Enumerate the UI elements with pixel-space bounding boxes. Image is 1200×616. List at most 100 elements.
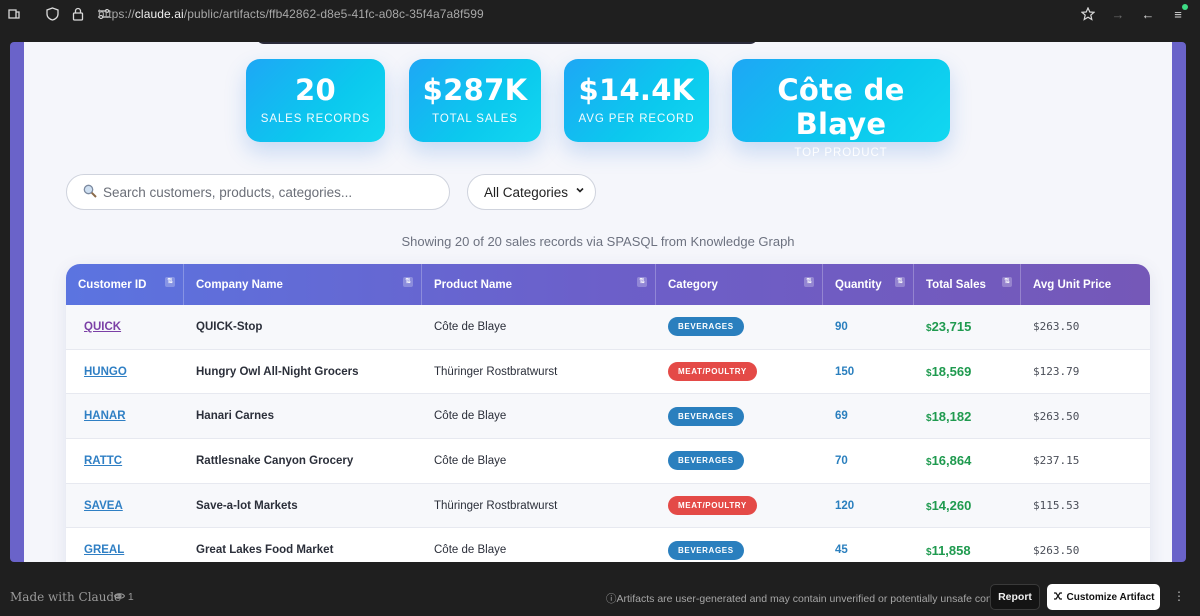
stat-value: $14.4K: [578, 73, 695, 107]
table-body: QUICK QUICK-Stop Côte de Blaye BEVERAGES…: [66, 305, 1150, 562]
total-sales-cell: $14,260: [914, 498, 1021, 513]
category-cell: BEVERAGES: [656, 317, 823, 337]
stat-card-avg-per-record: $14.4K AVG PER RECORD: [564, 59, 709, 142]
category-badge: BEVERAGES: [668, 540, 744, 560]
customer-id-link[interactable]: GREAL: [84, 544, 124, 556]
table-row: SAVEA Save-a-lot Markets Thüringer Rostb…: [66, 483, 1150, 529]
column-header-customer-id[interactable]: Customer ID ⇅: [66, 264, 184, 305]
category-badge: BEVERAGES: [668, 451, 744, 471]
customer-id-cell: GREAL: [66, 544, 184, 556]
company-name: Great Lakes Food Market: [196, 544, 334, 557]
stat-value: $287K: [422, 73, 528, 107]
chevron-down-icon: [575, 185, 585, 198]
company-name: Hanari Carnes: [196, 410, 274, 423]
shuffle-icon: [1053, 591, 1063, 604]
column-header-quantity[interactable]: Quantity ⇅: [823, 264, 914, 305]
customer-id-link[interactable]: SAVEA: [84, 500, 123, 512]
more-options-icon[interactable]: ⋮: [1173, 589, 1185, 603]
quantity: 90: [835, 320, 848, 333]
category-cell: BEVERAGES: [656, 406, 823, 426]
view-count-value: 1: [127, 591, 134, 603]
report-button[interactable]: Report: [990, 584, 1040, 610]
total-sales-cell: $23,715: [914, 319, 1021, 334]
quantity: 150: [835, 365, 855, 378]
column-header-avg-unit-price[interactable]: Avg Unit Price: [1021, 264, 1150, 305]
product-name: Côte de Blaye: [434, 454, 507, 467]
total-sales: 18,569: [931, 364, 972, 380]
customer-id-link[interactable]: HUNGO: [84, 366, 127, 378]
view-count: 1: [113, 591, 134, 603]
artifact-frame: 20 SALES RECORDS $287K TOTAL SALES $14.4…: [10, 42, 1186, 562]
column-header-product-name[interactable]: Product Name ⇅: [422, 264, 656, 305]
sort-icon[interactable]: ⇅: [403, 277, 413, 287]
table-row: HUNGO Hungry Owl All-Night Grocers Thüri…: [66, 349, 1150, 395]
category-select-value: All Categories: [484, 184, 569, 200]
avg-unit-price: $263.50: [1033, 320, 1080, 334]
disclaimer: ⓘArtifacts are user-generated and may co…: [606, 591, 1012, 606]
bookmark-star-icon[interactable]: [1080, 6, 1096, 22]
column-header-total-sales[interactable]: Total Sales ⇅: [914, 264, 1021, 305]
search-input[interactable]: [103, 184, 423, 200]
sidebar-toggle-icon[interactable]: [6, 6, 22, 22]
customer-id-link[interactable]: RATTC: [84, 455, 122, 467]
customize-label: Customize Artifact: [1066, 591, 1155, 603]
category-select[interactable]: All Categories: [467, 174, 596, 210]
category-badge: MEAT/POULTRY: [668, 362, 757, 382]
stat-card-top-product: Côte de Blaye TOP PRODUCT: [732, 59, 950, 159]
stat-card-sales-records: 20 SALES RECORDS: [246, 59, 385, 142]
sort-icon[interactable]: ⇅: [165, 277, 175, 287]
column-header-label: Avg Unit Price: [1033, 278, 1112, 291]
customer-id-link[interactable]: QUICK: [84, 321, 121, 333]
category-cell: BEVERAGES: [656, 451, 823, 471]
menu-icon[interactable]: ≡: [1170, 4, 1188, 22]
avg-unit-price: $237.15: [1033, 454, 1080, 468]
category-badge: MEAT/POULTRY: [668, 496, 757, 516]
made-with-claude[interactable]: Made with Claude: [10, 590, 121, 604]
customer-id-cell: QUICK: [66, 321, 184, 333]
shield-icon[interactable]: [44, 6, 60, 22]
url-path: /public/artifacts/ffb42862-d8e5-41fc-a08…: [183, 7, 484, 21]
table-row: QUICK QUICK-Stop Côte de Blaye BEVERAGES…: [66, 305, 1150, 350]
search-box[interactable]: [66, 174, 450, 210]
avg-unit-price: $263.50: [1033, 409, 1080, 423]
column-header-company-name[interactable]: Company Name ⇅: [184, 264, 422, 305]
sort-icon[interactable]: ⇅: [804, 277, 814, 287]
total-sales-cell: $16,864: [914, 453, 1021, 468]
quantity: 70: [835, 454, 848, 467]
avg-unit-price: $123.79: [1033, 365, 1080, 379]
browser-toolbar: https://claude.ai/public/artifacts/ffb42…: [0, 0, 1200, 28]
quantity: 45: [835, 544, 848, 557]
forward-icon[interactable]: →: [1110, 6, 1126, 22]
avg-unit-price: $115.53: [1033, 499, 1080, 513]
stat-label: SALES RECORDS: [260, 113, 371, 125]
disclaimer-text: Artifacts are user-generated and may con…: [616, 593, 1013, 605]
stat-value: Côte de Blaye: [777, 73, 905, 141]
total-sales: 23,715: [931, 319, 972, 335]
total-sales: 11,858: [931, 542, 971, 558]
address-bar[interactable]: https://claude.ai/public/artifacts/ffb42…: [98, 7, 484, 21]
category-badge: BEVERAGES: [668, 406, 744, 426]
table-row: HANAR Hanari Carnes Côte de Blaye BEVERA…: [66, 394, 1150, 440]
sort-icon[interactable]: ⇅: [637, 277, 647, 287]
product-name: Côte de Blaye: [434, 320, 507, 333]
lock-icon[interactable]: [70, 6, 86, 22]
category-cell: BEVERAGES: [656, 540, 823, 560]
sales-table: Customer ID ⇅ Company Name ⇅ Product Name ⇅…: [66, 264, 1150, 562]
column-header-label: Product Name: [434, 278, 512, 291]
search-icon: [83, 184, 97, 201]
customize-artifact-button[interactable]: Customize Artifact: [1047, 584, 1160, 610]
sort-icon[interactable]: ⇅: [1002, 277, 1012, 287]
sort-icon[interactable]: ⇅: [895, 277, 905, 287]
column-header-label: Company Name: [196, 278, 283, 291]
table-header: Customer ID ⇅ Company Name ⇅ Product Name ⇅…: [66, 264, 1150, 305]
total-sales-cell: $11,858: [914, 543, 1021, 558]
table-row: RATTC Rattlesnake Canyon Grocery Côte de…: [66, 439, 1150, 484]
quantity: 69: [835, 410, 848, 423]
stat-label: AVG PER RECORD: [578, 113, 695, 125]
company-name: Save-a-lot Markets: [196, 499, 298, 512]
customer-id-link[interactable]: HANAR: [84, 410, 126, 422]
back-icon[interactable]: ←: [1140, 6, 1156, 22]
column-header-category[interactable]: Category ⇅: [656, 264, 823, 305]
customer-id-cell: HANAR: [66, 410, 184, 422]
column-header-label: Total Sales: [926, 278, 986, 291]
